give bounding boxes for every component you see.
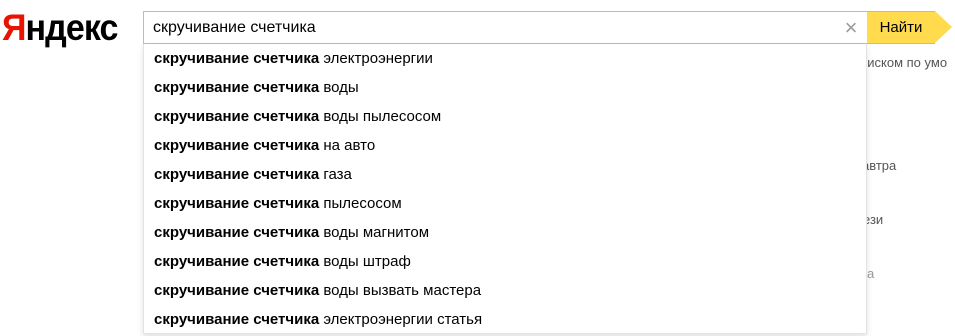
suggestion-query: скручивание счетчика [154, 282, 320, 299]
suggestion-completion: воды штраф [323, 253, 411, 270]
suggestion-item[interactable]: скручивание счетчика электроэнергии стат… [144, 305, 866, 334]
suggestion-item[interactable]: скручивание счетчика воды магнитом [144, 218, 866, 247]
suggestion-query: скручивание счетчика [154, 137, 320, 154]
search-input[interactable] [153, 12, 833, 43]
suggestion-completion: воды пылесосом [323, 108, 442, 125]
close-icon[interactable]: × [841, 17, 861, 39]
suggestion-completion: электроэнергии [323, 50, 433, 67]
suggestion-item[interactable]: скручивание счетчика воды вызвать мастер… [144, 276, 866, 305]
suggestion-completion: пылесосом [323, 195, 402, 212]
suggestion-query: скручивание счетчика [154, 311, 320, 328]
suggestion-query: скручивание счетчика [154, 108, 320, 125]
background-text: автра [862, 158, 897, 173]
suggestion-query: скручивание счетчика [154, 79, 320, 96]
logo-rest: ндекс [25, 7, 119, 48]
suggestion-query: скручивание счетчика [154, 253, 320, 270]
logo-first-letter: Я [2, 7, 26, 48]
suggestion-completion: на авто [323, 137, 376, 154]
suggestion-completion: газа [323, 166, 352, 183]
suggestion-query: скручивание счетчика [154, 166, 320, 183]
suggestion-query: скручивание счетчика [154, 195, 320, 212]
suggestion-item[interactable]: скручивание счетчика воды штраф [144, 247, 866, 276]
suggestion-item[interactable]: скручивание счетчика электроэнергии [144, 44, 866, 73]
search-button[interactable]: Найти [867, 11, 935, 44]
search-box: × [143, 11, 867, 44]
suggestion-query: скручивание счетчика [154, 50, 320, 67]
suggestion-completion: воды вызвать мастера [323, 282, 482, 299]
suggestion-query: скручивание счетчика [154, 224, 320, 241]
suggestion-item[interactable]: скручивание счетчика воды пылесосом [144, 102, 866, 131]
background-text: поиском по умо [853, 55, 948, 70]
search-button-arrow[interactable] [935, 11, 952, 43]
suggestion-list: скручивание счетчика электроэнергии скру… [143, 44, 867, 334]
suggestion-completion: воды магнитом [323, 224, 430, 241]
background-text: а [867, 266, 875, 281]
suggestion-item[interactable]: скручивание счетчика на авто [144, 131, 866, 160]
suggestion-item[interactable]: скручивание счетчика пылесосом [144, 189, 866, 218]
suggestion-item[interactable]: скручивание счетчика воды [144, 73, 866, 102]
yandex-logo[interactable]: Яндекс [2, 6, 118, 50]
suggestion-completion: воды [323, 79, 359, 96]
suggestion-item[interactable]: скручивание счетчика газа [144, 160, 866, 189]
suggestion-completion: электроэнергии статья [323, 311, 483, 328]
